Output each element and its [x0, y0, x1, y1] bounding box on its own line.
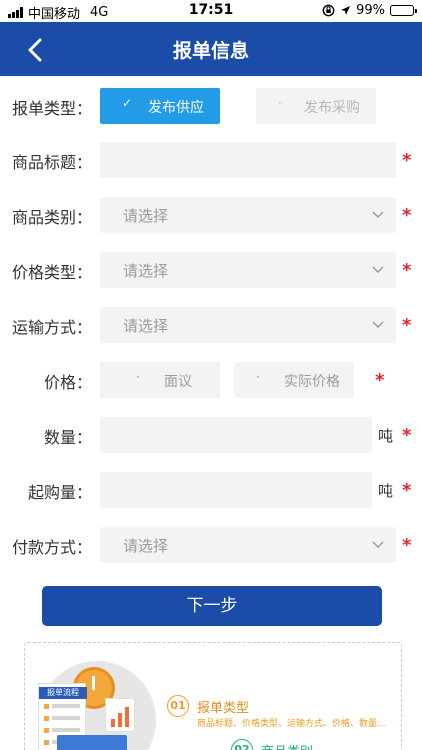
status-bar: 中国移动 4G 17:51 99% [0, 0, 422, 22]
step-number: 02 [231, 739, 253, 750]
board-title: 报单流程 [39, 687, 87, 699]
required-mark: * [402, 260, 412, 281]
report-type-label: 报单类型： [11, 99, 92, 118]
step-title: 商品类别 [261, 741, 313, 750]
step-number: 01 [167, 695, 189, 717]
chevron-down-icon [372, 541, 384, 549]
payment-label: 付款方式： [11, 538, 92, 557]
row-price: 价格： · 面议 · 实际价格 * [0, 362, 422, 398]
option-publish-purchase[interactable]: · 发布采购 [256, 88, 376, 124]
product-category-select[interactable]: 请选择 [100, 197, 396, 233]
option-label: 发布采购 [304, 100, 360, 116]
battery-icon [390, 5, 417, 16]
next-step-button[interactable]: 下一步 [42, 586, 382, 626]
select-placeholder: 请选择 [123, 262, 169, 280]
required-mark: * [402, 535, 412, 556]
select-placeholder: 请选择 [123, 207, 169, 225]
row-report-type: 报单类型： ✓ 发布供应 · 发布采购 [0, 88, 422, 124]
required-mark: * [402, 205, 412, 226]
min-purchase-unit: 吨 [378, 482, 394, 500]
required-mark: * [402, 480, 412, 501]
required-mark: * [402, 150, 412, 171]
location-arrow-icon [341, 6, 351, 15]
option-label: 实际价格 [284, 374, 340, 390]
price-type-label: 价格类型： [11, 263, 92, 282]
quantity-label: 数量： [43, 428, 92, 447]
row-payment: 付款方式： 请选择 * [0, 527, 422, 563]
option-actual-price[interactable]: · 实际价格 [234, 362, 354, 398]
row-price-type: 价格类型： 请选择 * [0, 252, 422, 288]
step-description: 商品标题、价格类型、运输方式、价格、数量... [197, 719, 386, 729]
option-label: 面议 [164, 374, 192, 390]
chevron-down-icon [372, 211, 384, 219]
transport-select[interactable]: 请选择 [100, 307, 396, 343]
price-label: 价格： [43, 373, 92, 392]
row-product-title: 商品标题： * [0, 142, 422, 178]
orientation-lock-icon [322, 4, 335, 17]
page-title: 报单信息 [172, 40, 249, 62]
price-type-select[interactable]: 请选择 [100, 252, 396, 288]
quantity-input[interactable] [100, 417, 372, 453]
required-mark: * [402, 425, 412, 446]
battery-percent: 99% [356, 3, 385, 18]
select-placeholder: 请选择 [123, 317, 169, 335]
row-quantity: 数量： 吨 * [0, 417, 422, 453]
radio-dot-icon: · [278, 96, 282, 110]
row-min-purchase: 起购量： 吨 * [0, 472, 422, 508]
transport-label: 运输方式： [11, 318, 92, 337]
bar-chart-icon [105, 698, 135, 732]
option-label: 发布供应 [148, 100, 204, 116]
report-process-guide: 报单流程 01 报单类型 商品标题、价格类型、运输方式、价格、数量... 02 … [24, 642, 402, 750]
row-transport: 运输方式： 请选择 * [0, 307, 422, 343]
option-publish-supply[interactable]: ✓ 发布供应 [100, 88, 220, 124]
required-mark: * [402, 315, 412, 336]
required-mark: * [375, 370, 385, 391]
min-purchase-label: 起购量： [27, 483, 92, 502]
radio-dot-icon: · [256, 370, 260, 384]
quantity-unit: 吨 [378, 427, 394, 445]
select-placeholder: 请选择 [123, 537, 169, 555]
row-product-category: 商品类别： 请选择 * [0, 197, 422, 233]
product-category-label: 商品类别： [11, 208, 92, 227]
product-title-input[interactable] [100, 142, 396, 178]
document-icon [57, 735, 127, 750]
option-negotiable[interactable]: · 面议 [100, 362, 220, 398]
payment-select[interactable]: 请选择 [100, 527, 396, 563]
check-icon: ✓ [122, 96, 133, 110]
product-title-label: 商品标题： [11, 153, 92, 172]
radio-dot-icon: · [136, 370, 140, 384]
step-title: 报单类型 [197, 701, 250, 716]
chevron-down-icon [372, 266, 384, 274]
min-purchase-input[interactable] [100, 472, 372, 508]
chevron-down-icon [372, 321, 384, 329]
nav-bar: 报单信息 [0, 22, 422, 76]
